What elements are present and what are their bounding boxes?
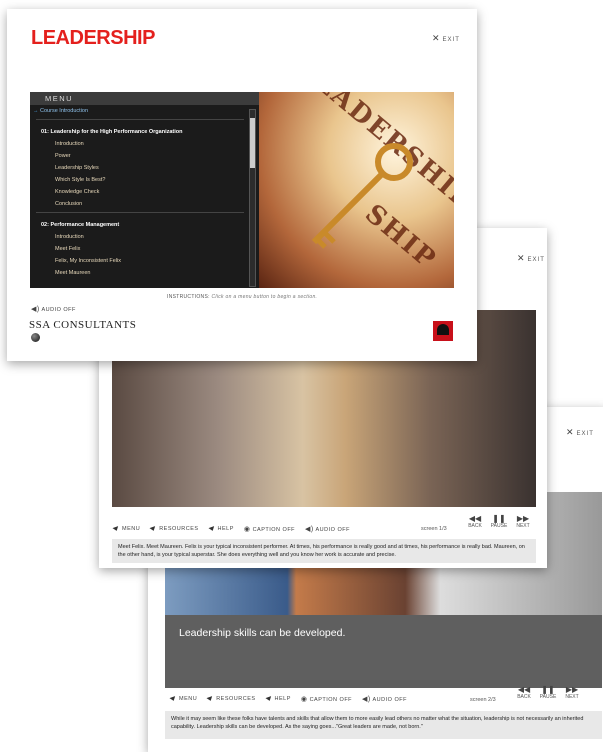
menu-section-item[interactable]: 02: Performance Management (30, 219, 250, 231)
menu-list: → Course Introduction 01: Leadership for … (30, 105, 250, 279)
course-menu: MENU → Course Introduction 01: Leadership… (30, 92, 259, 288)
brand-logo (433, 321, 453, 341)
menu-scrollbar[interactable] (249, 109, 256, 287)
forward-icon: ▶▶ (565, 685, 579, 694)
caption-box: Meet Felix. Meet Maureen. Felix is your … (112, 539, 536, 563)
nav-controls: ◀◀ BACK ❚❚ PAUSE ▶▶ NEXT (512, 685, 584, 700)
caption-toggle[interactable]: ◉ CAPTION OFF (301, 695, 352, 703)
menu-item[interactable]: Felix, My Inconsistent Felix (30, 255, 250, 267)
nav-controls: ◀◀ BACK ❚❚ PAUSE ▶▶ NEXT (463, 514, 535, 529)
menu-section-item[interactable]: 01: Leadership for the High Performance … (30, 126, 250, 138)
speaker-icon: ◀) (305, 526, 314, 533)
pause-icon: ❚❚ (492, 514, 506, 523)
next-button[interactable]: ▶▶ NEXT (511, 514, 535, 529)
menu-course-intro[interactable]: → Course Introduction (30, 105, 250, 117)
menu-item[interactable]: Knowledge Check (30, 186, 250, 198)
speaker-icon: ◀) (362, 696, 371, 703)
menu-item[interactable]: Meet Felix (30, 243, 250, 255)
pause-button[interactable]: ❚❚ PAUSE (487, 514, 511, 529)
instructions: INSTRUCTIONS: Click on a menu button to … (167, 294, 318, 300)
exit-button[interactable]: ✕ EXIT (432, 33, 460, 44)
audio-toggle[interactable]: ◀) AUDIO OFF (31, 305, 76, 313)
menu-button[interactable]: MENU (112, 525, 140, 532)
resources-icon (149, 525, 157, 532)
menu-icon (112, 525, 120, 532)
caption-box: While it may seem like these folks have … (165, 711, 602, 739)
arrow-right-icon: → (33, 108, 41, 114)
menu-button[interactable]: MENU (169, 695, 197, 702)
control-bar: MENU RESOURCES HELP ◉ CAPTION OFF ◀) AUD… (112, 525, 360, 533)
eye-icon: ◉ (243, 526, 251, 533)
eye-icon: ◉ (300, 696, 308, 703)
course-menu-screen: LEADERSHIP ✕ EXIT MENU → Course Introduct… (7, 9, 477, 361)
menu-icon (169, 695, 177, 702)
back-button[interactable]: ◀◀ BACK (463, 514, 487, 529)
next-button[interactable]: ▶▶ NEXT (560, 685, 584, 700)
company-name: SSA CONSULTANTS (29, 319, 137, 331)
screen-counter: screen 1/3 (421, 526, 447, 532)
pause-button[interactable]: ❚❚ PAUSE (536, 685, 560, 700)
screen-counter: screen 2/3 (470, 697, 496, 703)
leadership-key-image: LEADERSHIP SHIP (259, 92, 454, 288)
banner-text: Leadership skills can be developed. (179, 627, 346, 639)
menu-divider (36, 119, 244, 126)
banner: Leadership skills can be developed. (165, 615, 602, 688)
menu-item[interactable]: Meet Maureen (30, 267, 250, 279)
close-icon: ✕ (517, 253, 526, 263)
pause-icon: ❚❚ (541, 685, 555, 694)
speaker-icon: ◀) (31, 306, 40, 313)
menu-item[interactable]: Which Style Is Best? (30, 174, 250, 186)
forward-icon: ▶▶ (516, 514, 530, 523)
audio-toggle[interactable]: ◀) AUDIO OFF (305, 525, 350, 533)
key-icon (311, 143, 413, 249)
menu-item[interactable]: Leadership Styles (30, 162, 250, 174)
resources-icon (206, 695, 214, 702)
logo-icon (437, 324, 449, 335)
menu-item[interactable]: Introduction (30, 138, 250, 150)
rewind-icon: ◀◀ (517, 685, 531, 694)
menu-header: MENU (30, 92, 259, 105)
caption-toggle[interactable]: ◉ CAPTION OFF (244, 525, 295, 533)
menu-item[interactable]: Introduction (30, 231, 250, 243)
rewind-icon: ◀◀ (468, 514, 482, 523)
menu-divider (36, 212, 244, 219)
help-button[interactable]: HELP (265, 695, 291, 702)
control-bar: MENU RESOURCES HELP ◉ CAPTION OFF ◀) AUD… (169, 695, 417, 703)
back-button[interactable]: ◀◀ BACK (512, 685, 536, 700)
help-button[interactable]: HELP (208, 525, 234, 532)
menu-item[interactable]: Power (30, 150, 250, 162)
exit-button[interactable]: ✕ EXIT (566, 427, 594, 438)
close-icon: ✕ (432, 33, 441, 43)
resources-button[interactable]: RESOURCES (149, 525, 198, 532)
company-logo-dot (31, 333, 40, 342)
exit-button[interactable]: ✕ EXIT (517, 253, 545, 264)
help-icon (208, 525, 216, 532)
close-icon: ✕ (566, 427, 575, 437)
scrollbar-thumb[interactable] (250, 118, 255, 168)
page-title: LEADERSHIP (31, 27, 155, 49)
audio-toggle[interactable]: ◀) AUDIO OFF (362, 695, 407, 703)
menu-item[interactable]: Conclusion (30, 198, 250, 210)
resources-button[interactable]: RESOURCES (206, 695, 255, 702)
help-icon (265, 695, 273, 702)
